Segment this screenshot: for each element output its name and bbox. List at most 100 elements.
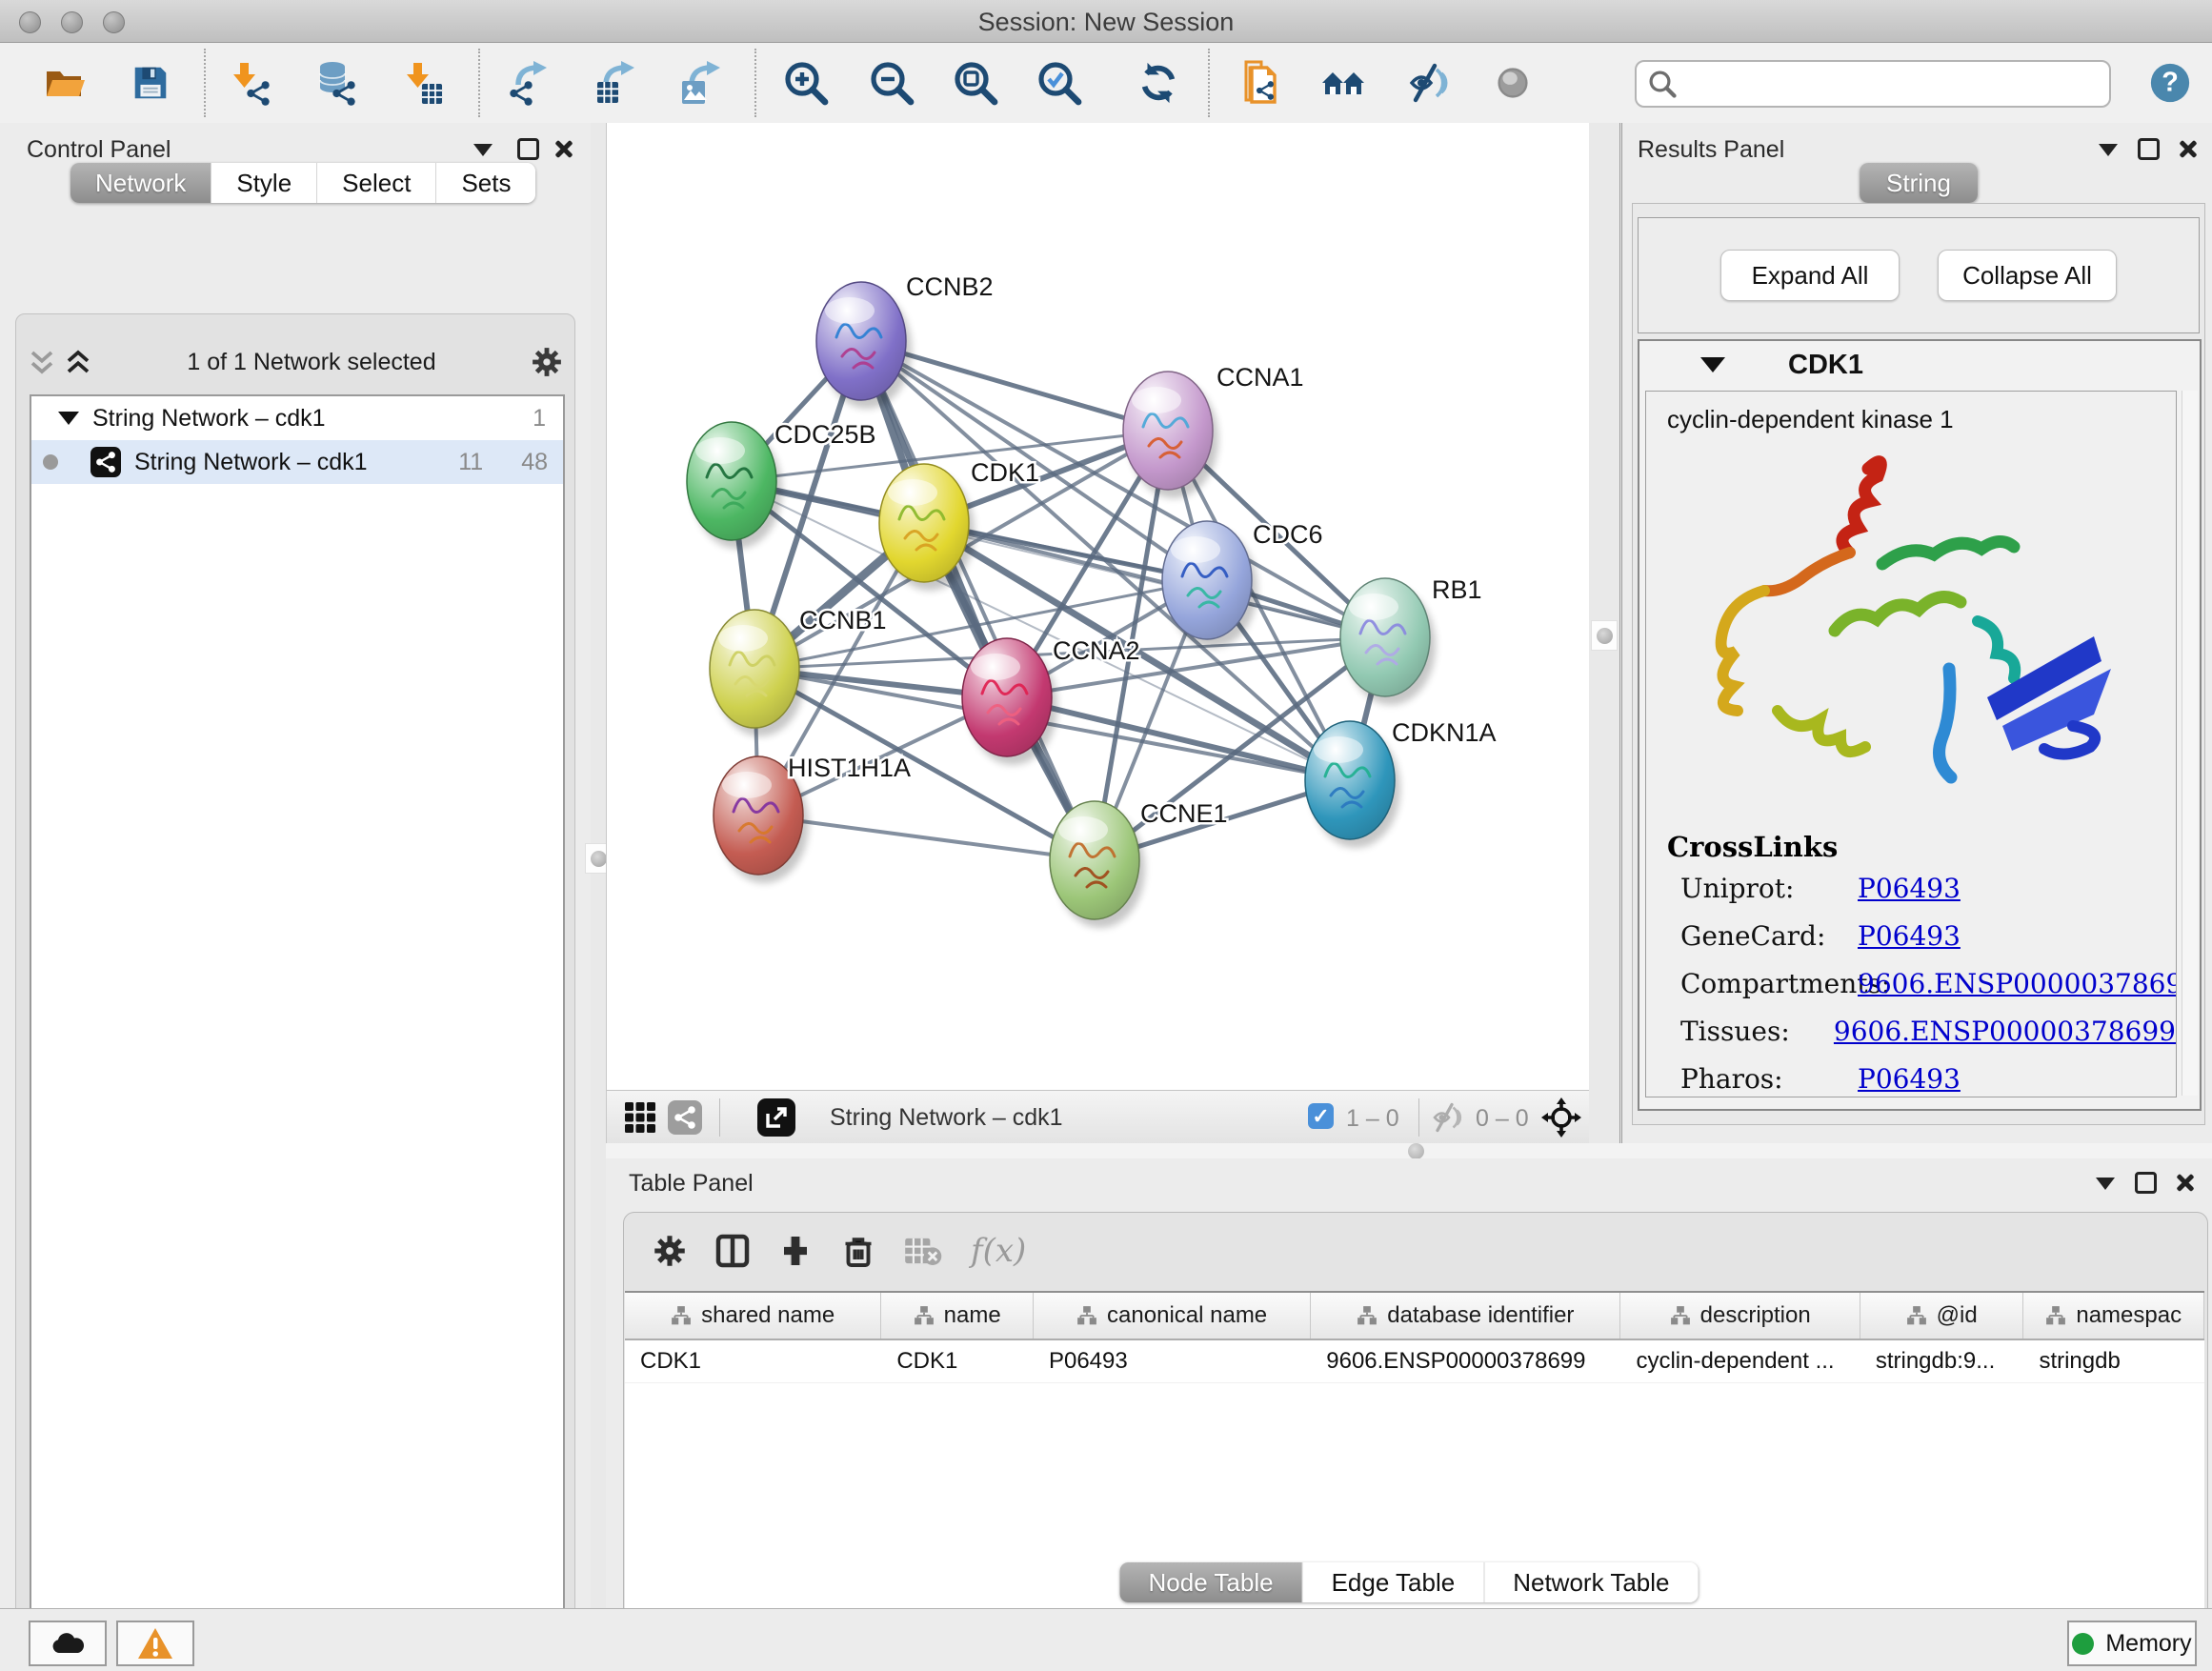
- left-splitter[interactable]: [591, 123, 606, 1608]
- network-node-CCNB1[interactable]: [710, 610, 805, 736]
- horizontal-splitter[interactable]: [606, 1143, 2212, 1158]
- export-image-button[interactable]: [676, 58, 726, 108]
- add-column-icon[interactable]: [778, 1234, 813, 1268]
- tab-network[interactable]: Network: [70, 163, 211, 203]
- pan-crosshair-icon[interactable]: [1540, 1097, 1582, 1138]
- results-panel-float-button[interactable]: [2138, 138, 2160, 160]
- open-protocols-button[interactable]: [1237, 58, 1286, 108]
- cloud-status-button[interactable]: [29, 1621, 107, 1666]
- control-panel-float-button[interactable]: [517, 138, 539, 160]
- table-cell[interactable]: CDK1: [625, 1340, 881, 1382]
- open-session-button[interactable]: [40, 58, 90, 108]
- right-splitter[interactable]: [1589, 123, 1619, 1145]
- crosslink-link[interactable]: P06493: [1858, 920, 1961, 952]
- network-node-CDKN1A[interactable]: [1305, 721, 1400, 848]
- memory-button[interactable]: Memory: [2067, 1621, 2197, 1666]
- node-label-CCNB1: CCNB1: [799, 606, 887, 634]
- table-row[interactable]: CDK1CDK1P064939606.ENSP00000378699cyclin…: [625, 1340, 2204, 1383]
- help-button[interactable]: ?: [2145, 58, 2195, 108]
- show-graphics-details-button[interactable]: [1318, 58, 1368, 108]
- column-header-shared-name[interactable]: shared name: [625, 1293, 881, 1339]
- apply-layout-button[interactable]: [1134, 58, 1183, 108]
- hidden-eye-slash-icon[interactable]: [1432, 1100, 1466, 1135]
- network-collection-row[interactable]: String Network – cdk1 1: [31, 396, 563, 440]
- table-cell[interactable]: cyclin-dependent ...: [1620, 1340, 1860, 1382]
- collection-expand-arrow[interactable]: [58, 412, 79, 425]
- birdseye-view-button[interactable]: [1488, 58, 1538, 108]
- warning-status-button[interactable]: [116, 1621, 194, 1666]
- crosslink-link[interactable]: P06493: [1858, 1063, 1961, 1095]
- import-table-from-file-button[interactable]: [398, 58, 448, 108]
- right-splitter-grip[interactable]: [1591, 620, 1618, 651]
- table-panel-float-button[interactable]: [2135, 1172, 2157, 1194]
- import-network-from-file-button[interactable]: [225, 58, 274, 108]
- import-network-from-database-button[interactable]: [311, 58, 360, 108]
- crosslink-link[interactable]: 9606.ENSP00000378699: [1834, 1016, 2176, 1047]
- network-options-gear-icon[interactable]: [531, 346, 563, 378]
- search-box[interactable]: [1635, 60, 2111, 108]
- protein-scrollbar[interactable]: [2182, 391, 2198, 1096]
- horizontal-splitter-grip[interactable]: [1408, 1143, 1424, 1159]
- table-panel-close-button[interactable]: [2176, 1173, 2195, 1192]
- zoom-in-button[interactable]: [781, 58, 831, 108]
- results-panel-menu-button[interactable]: [2099, 144, 2118, 156]
- open-network-in-window-button[interactable]: [757, 1098, 795, 1137]
- expand-all-icon[interactable]: [64, 348, 92, 376]
- table-cell[interactable]: P06493: [1034, 1340, 1311, 1382]
- node-label-CDKN1A: CDKN1A: [1392, 718, 1497, 747]
- network-row[interactable]: String Network – cdk1 11 48: [31, 440, 563, 484]
- crosslink-link[interactable]: 9606.ENSP00000378699: [1858, 968, 2177, 999]
- show-columns-icon[interactable]: [715, 1234, 750, 1268]
- column-type-icon: [2045, 1305, 2066, 1326]
- save-session-button[interactable]: [126, 58, 175, 108]
- collapse-all-button[interactable]: Collapse All: [1938, 250, 2117, 301]
- control-panel-close-button[interactable]: [554, 139, 573, 158]
- tab-style[interactable]: Style: [211, 163, 317, 203]
- protein-collapse-arrow[interactable]: [1700, 357, 1725, 372]
- network-canvas[interactable]: CCNB2CCNA1CDC25BCDK1CDC6RB1CCNB1CCNA2CDK…: [606, 123, 1590, 1090]
- table-options-gear-icon[interactable]: [653, 1234, 687, 1268]
- zoom-selected-button[interactable]: [1035, 58, 1084, 108]
- selected-checkbox[interactable]: ✓: [1308, 1103, 1334, 1129]
- network-node-CDC6[interactable]: [1162, 521, 1257, 648]
- status-bar: Memory: [0, 1608, 2212, 1671]
- tab-network-table[interactable]: Network Table: [1484, 1562, 1698, 1602]
- crosslink-link[interactable]: P06493: [1858, 873, 1961, 904]
- column-header-database-identifier[interactable]: database identifier: [1311, 1293, 1620, 1339]
- delete-column-trash-icon[interactable]: [841, 1234, 875, 1268]
- collapse-all-icon[interactable]: [28, 348, 56, 376]
- column-header-canonical-name[interactable]: canonical name: [1034, 1293, 1311, 1339]
- network-node-CCNA2[interactable]: [962, 638, 1057, 765]
- fit-content-button[interactable]: [951, 58, 1000, 108]
- network-node-CCNE1[interactable]: [1050, 801, 1145, 928]
- column-header-name[interactable]: name: [881, 1293, 1034, 1339]
- hide-selected-button[interactable]: [1406, 58, 1456, 108]
- table-cell[interactable]: CDK1: [881, 1340, 1034, 1382]
- network-node-CCNB2[interactable]: [816, 282, 912, 409]
- control-panel-menu-button[interactable]: [473, 144, 493, 156]
- table-panel-menu-button[interactable]: [2096, 1178, 2115, 1190]
- string-panel-toggle-icon[interactable]: [668, 1100, 702, 1135]
- toolbar-separator: [478, 49, 480, 117]
- tab-select[interactable]: Select: [317, 163, 436, 203]
- search-input[interactable]: [1684, 70, 2109, 98]
- table-cell[interactable]: stringdb:9...: [1860, 1340, 2024, 1382]
- tab-node-table[interactable]: Node Table: [1120, 1562, 1303, 1602]
- tab-string[interactable]: String: [1860, 163, 1978, 203]
- column-header-description[interactable]: description: [1620, 1293, 1860, 1339]
- tab-sets[interactable]: Sets: [436, 163, 535, 203]
- table-cell[interactable]: stringdb: [2023, 1340, 2204, 1382]
- network-node-CDK1[interactable]: [879, 464, 975, 591]
- export-network-button[interactable]: [505, 58, 554, 108]
- zoom-out-button[interactable]: [867, 58, 916, 108]
- export-table-button[interactable]: [591, 58, 640, 108]
- column-header-namespac[interactable]: namespac: [2023, 1293, 2204, 1339]
- birdseye-grid-icon[interactable]: [624, 1101, 656, 1134]
- expand-all-button[interactable]: Expand All: [1720, 250, 1900, 301]
- tab-edge-table[interactable]: Edge Table: [1303, 1562, 1485, 1602]
- network-node-RB1[interactable]: [1340, 578, 1436, 705]
- protein-section-header[interactable]: CDK1: [1639, 341, 2200, 389]
- table-cell[interactable]: 9606.ENSP00000378699: [1311, 1340, 1620, 1382]
- results-panel-close-button[interactable]: [2179, 139, 2198, 158]
- column-header-@id[interactable]: @id: [1860, 1293, 2024, 1339]
